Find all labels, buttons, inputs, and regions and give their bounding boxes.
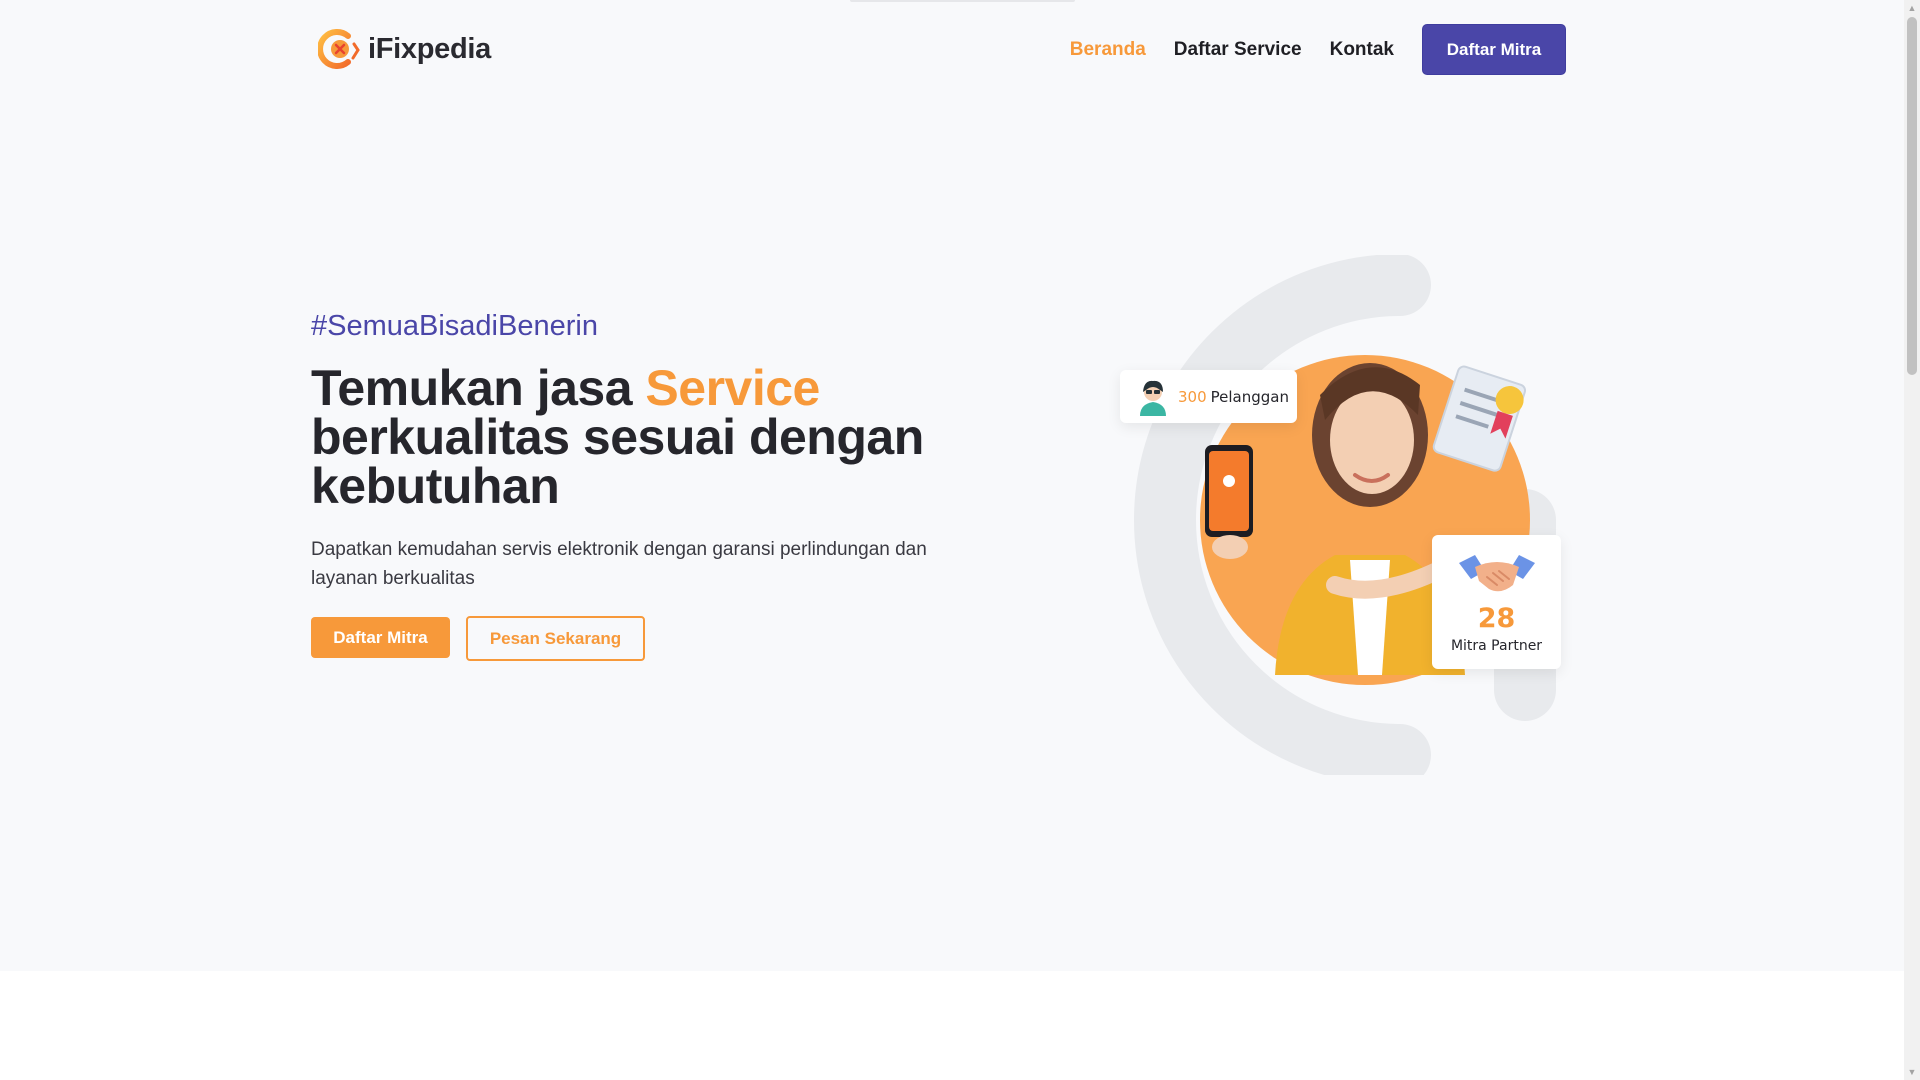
customers-label: Pelanggan [1210, 387, 1289, 406]
main-nav: Beranda Daftar Service Kontak Daftar Mit… [1070, 24, 1566, 75]
partners-count: 28 [1477, 603, 1516, 634]
headline-accent: Service [645, 360, 820, 416]
partners-badge: 28 Mitra Partner [1432, 535, 1561, 669]
nav-link-kontak[interactable]: Kontak [1330, 39, 1394, 61]
nav-daftar-mitra-button[interactable]: Daftar Mitra [1422, 24, 1566, 75]
site-logo[interactable]: iFixpedia [318, 28, 491, 70]
hero-daftar-mitra-button[interactable]: Daftar Mitra [311, 617, 450, 658]
hero-illustration [1134, 255, 1556, 775]
scroll-down-arrow-icon[interactable]: ▼ [1904, 1064, 1920, 1080]
partners-label: Mitra Partner [1450, 638, 1543, 654]
logo-text: iFixpedia [368, 32, 491, 65]
handshake-icon [1459, 555, 1535, 592]
customer-avatar-icon [1140, 380, 1166, 416]
hero-headline: Temukan jasa Service berkualitas sesuai … [311, 363, 971, 514]
customers-badge: 300 Pelanggan [1120, 370, 1297, 423]
nav-link-beranda[interactable]: Beranda [1070, 39, 1146, 61]
hero-tagline: #SemuaBisadiBenerin [311, 310, 598, 342]
top-edge-shadow [850, 0, 1075, 2]
scroll-up-arrow-icon[interactable]: ▲ [1904, 0, 1920, 16]
nav-link-daftar-service[interactable]: Daftar Service [1174, 39, 1302, 61]
customers-count: 300 [1178, 387, 1207, 406]
hero-pesan-sekarang-button[interactable]: Pesan Sekarang [466, 616, 645, 661]
landing-page: iFixpedia Beranda Daftar Service Kontak … [0, 0, 1904, 1080]
ifixpedia-logo-icon [318, 29, 360, 69]
headline-text-start: Temukan jasa [311, 360, 646, 416]
hero-description: Dapatkan kemudahan servis elektronik den… [311, 539, 927, 589]
scrollbar-thumb[interactable] [1907, 17, 1917, 375]
headline-text-end: berkualitas sesuai dengan kebutuhan [311, 409, 924, 514]
vertical-scrollbar[interactable]: ▲ ▼ [1904, 0, 1920, 1080]
